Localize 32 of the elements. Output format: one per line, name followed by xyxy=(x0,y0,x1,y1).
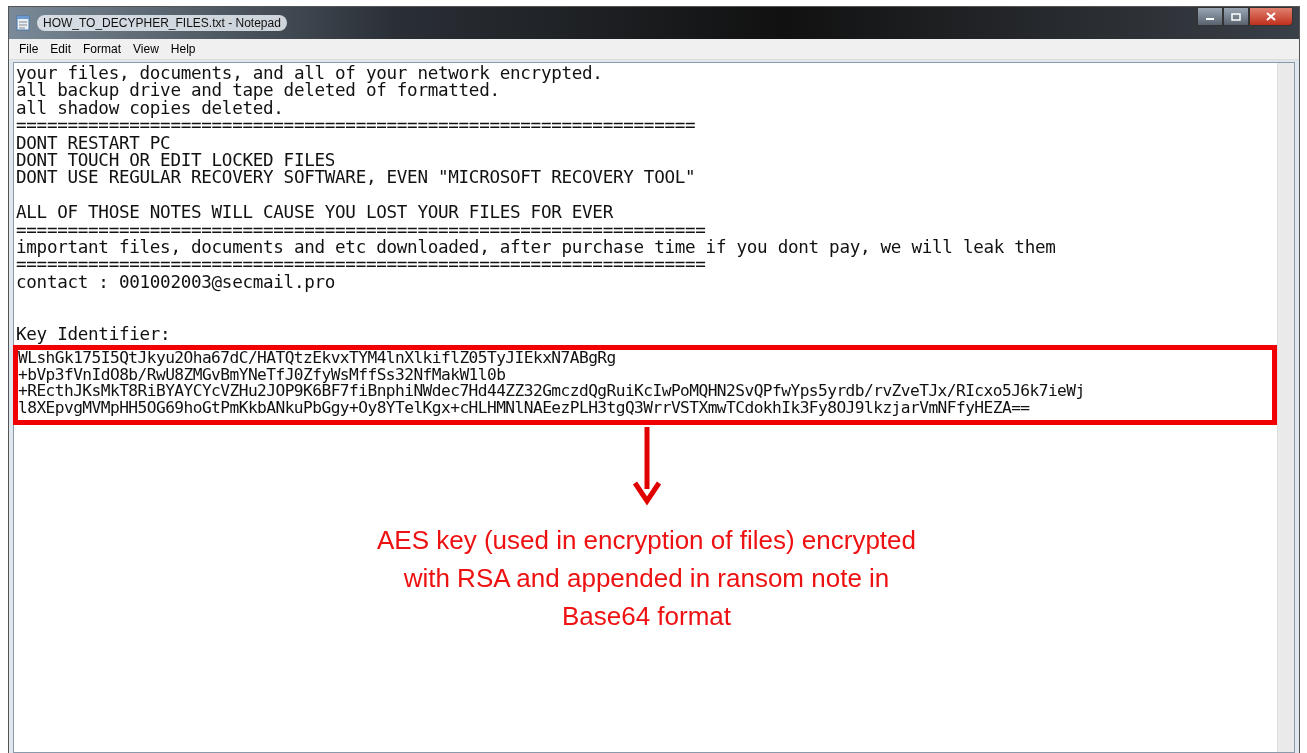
text-line: =================================================================== xyxy=(16,221,707,240)
key-line: WLshGk175I5QtJkyu2Oha67dC/HATQtzEkvxTYM4lnXlkiflZ05TyJIEkxN7ABgRg xyxy=(18,350,617,367)
text-line: DONT USE REGULAR RECOVERY SOFTWARE, EVEN "MICROSOFT RECOVERY TOOL" xyxy=(16,169,697,187)
menu-item[interactable]: View xyxy=(127,42,165,56)
text-line: important files, documents and etc downloaded, after purchase time if you dont pay, we will leak them xyxy=(16,239,1057,257)
minimize-button[interactable] xyxy=(1197,7,1223,26)
maximize-button[interactable] xyxy=(1223,7,1249,26)
menu-item[interactable]: Edit xyxy=(44,42,78,56)
close-button[interactable] xyxy=(1249,7,1293,26)
text-line: your files, documents, and all of your network encrypted. xyxy=(16,65,604,83)
text-line: Key Identifier: xyxy=(16,326,172,344)
window-title: HOW_TO_DECYPHER_FILES.txt - Notepad xyxy=(37,15,287,31)
text-line: all shadow copies deleted. xyxy=(16,99,285,118)
key-line: +REcthJKsMkT8RiBYAYCYcVZHu2JOP9K6BF7fiBnphiNWdec7Hd44ZZ32GmczdQgRuiKcIwPoMQHN2SvQPfwYps5yrdb/rvZveTJx/RIcxo5J6k7ieWj xyxy=(18,383,1086,400)
maximize-icon xyxy=(1231,12,1241,21)
text-line: all backup drive and tape deleted of formatted. xyxy=(16,82,501,100)
text-line: DONT RESTART PC xyxy=(16,134,172,153)
notepad-icon xyxy=(15,15,31,31)
menu-item[interactable]: File xyxy=(13,42,45,56)
text-line: =================================================================== xyxy=(16,256,707,274)
menu-item[interactable]: Help xyxy=(164,42,202,56)
key-line: +bVp3fVnIdO8b/RwU8ZMGvBmYNeTfJ0ZfyWsMffSs32NfMakW1l0b xyxy=(18,366,506,384)
text-line: contact : 001002003@secmail.pro xyxy=(16,273,337,292)
close-icon xyxy=(1266,12,1276,21)
annotation-text: AES key (used in encryption of files) encrypted xyxy=(376,524,916,558)
text-line: ================================================================== xyxy=(16,117,697,135)
annotation-text: Base64 format xyxy=(561,600,732,634)
annotation-text: with RSA and appended in ransom note in xyxy=(403,562,890,596)
key-line: l8XEpvgMVMpHH5OG69hoGtPmKkbANkuPbGgy+Oy8YTelKgx+cHLHMNlNAEezPLH3tgQ3WrrVSTXmwTCdokhIk3Fy8OJ9lkzjarVmNFfyHEZA== xyxy=(18,399,1030,417)
text-line: DONT TOUCH OR EDIT LOCKED FILES xyxy=(16,152,336,170)
text-line: ALL OF THOSE NOTES WILL CAUSE YOU LOST YOUR FILES FOR EVER xyxy=(16,204,614,222)
menu-item[interactable]: Format xyxy=(77,42,128,56)
